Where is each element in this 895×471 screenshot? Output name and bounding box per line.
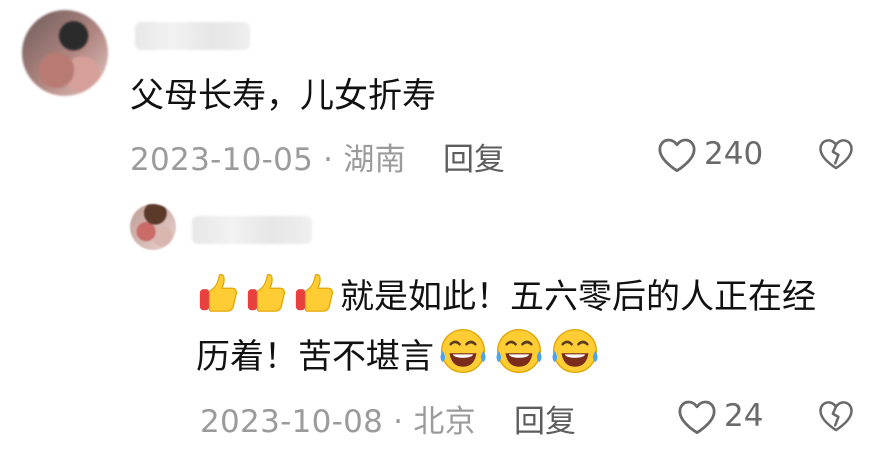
reply-button[interactable]: 回复 [443,134,505,179]
like-button[interactable]: 24 [676,396,763,436]
laughing-tears-emoji [496,328,542,374]
meta-separator: · [323,142,334,178]
avatar[interactable] [22,10,108,96]
avatar[interactable] [130,204,176,250]
thumbs-up-emoji [295,273,334,312]
comment-meta: 2023-10-05 · 湖南 [130,134,406,179]
username-blurred[interactable] [135,22,250,50]
broken-heart-icon[interactable] [817,396,855,434]
reply-button[interactable]: 回复 [514,396,576,441]
reply-text-line1: 就是如此！五六零后的人正在经 [340,277,816,317]
like-button[interactable]: 240 [656,134,763,174]
comment-date: 2023-10-05 [130,142,314,178]
comment-location: 湖南 [343,142,406,178]
like-count: 240 [704,136,764,172]
comment-text: 父母长寿，儿女折寿 [130,76,436,116]
username-blurred[interactable] [192,216,312,244]
reply-text-line2: 历着！苦不堪言 [196,337,434,377]
broken-heart-icon[interactable] [817,134,855,172]
reply-text: 就是如此！五六零后的人正在经 历着！苦不堪言 [196,270,816,384]
reply-date: 2023-10-08 [200,404,384,440]
laughing-tears-emoji [552,328,598,374]
heart-outline-icon [658,138,696,173]
thumbs-up-emoji [247,273,286,312]
reply-location: 北京 [413,404,476,440]
like-count: 24 [724,398,764,434]
thumbs-up-emoji [199,273,238,312]
laughing-tears-emoji [440,328,486,374]
heart-outline-icon [678,400,716,435]
meta-separator: · [393,404,404,440]
reply-meta: 2023-10-08 · 北京 [200,396,476,441]
